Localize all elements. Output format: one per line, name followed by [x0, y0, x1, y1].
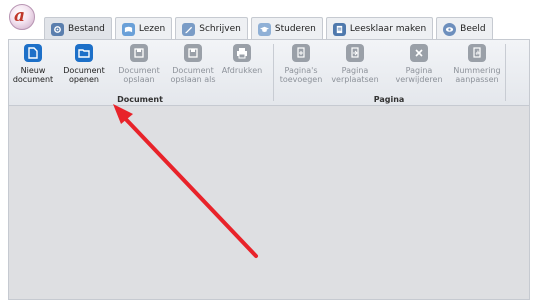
- annotation-arrow-line: [118, 111, 258, 258]
- app-window: a Bestand Lezen Schrijven Studeren Leesk…: [0, 0, 536, 306]
- annotation-arrow: [113, 104, 258, 258]
